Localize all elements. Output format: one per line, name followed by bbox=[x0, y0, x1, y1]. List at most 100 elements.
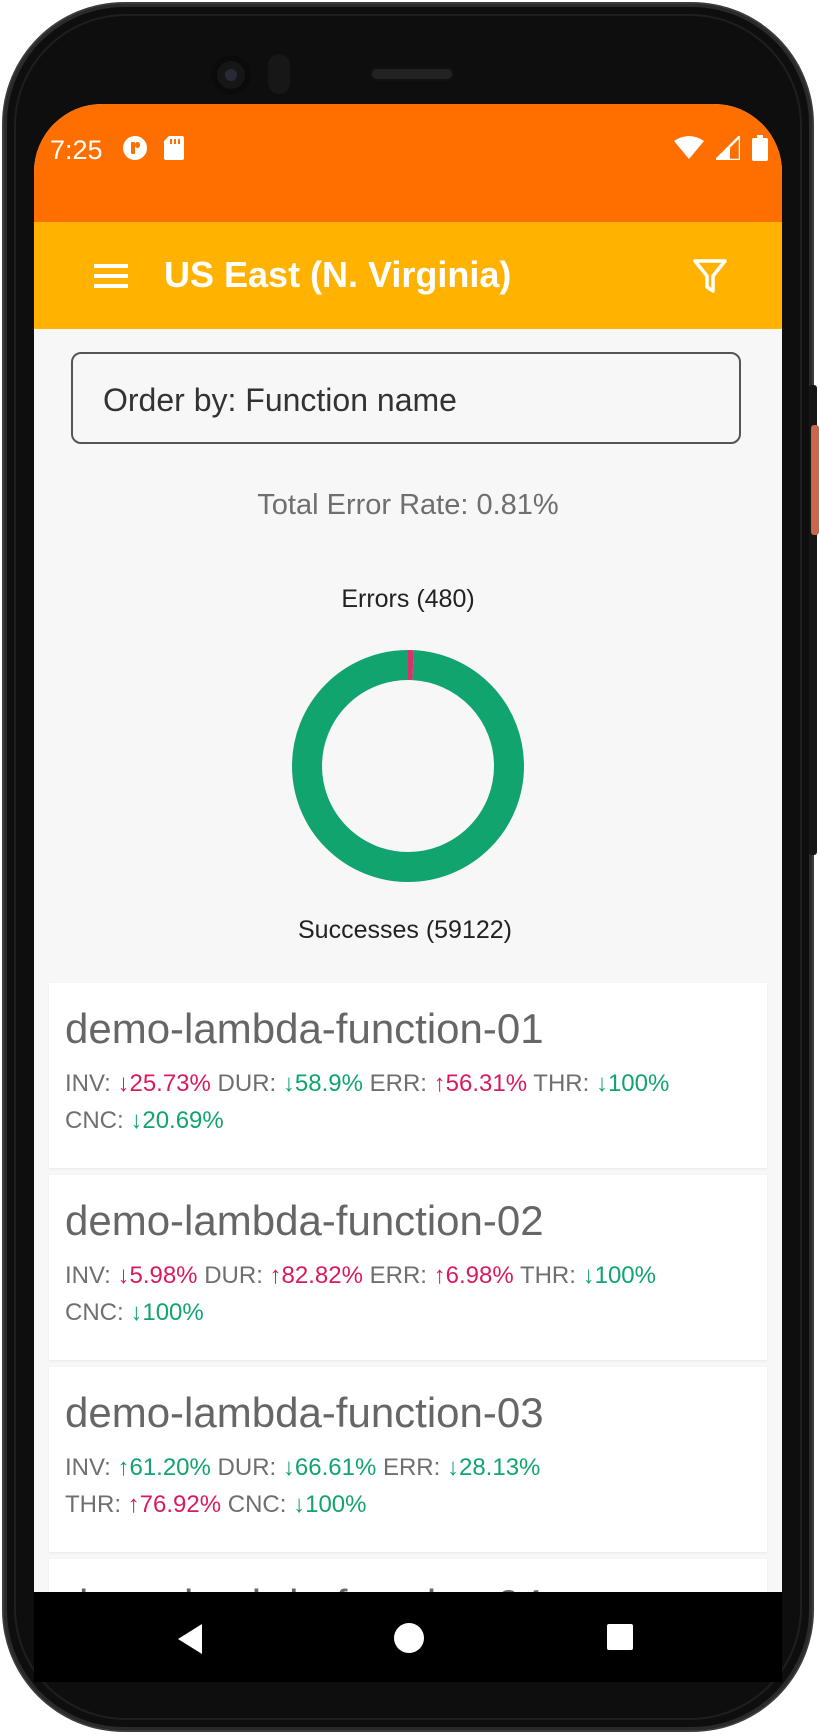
menu-button[interactable] bbox=[92, 256, 132, 296]
metric-label: ERR: bbox=[369, 1070, 427, 1097]
errors-label: Errors (480) bbox=[341, 585, 475, 613]
function-card[interactable]: demo-lambda-function-03 INV: ↑61.20% DUR… bbox=[49, 1367, 767, 1552]
filter-button[interactable] bbox=[690, 256, 730, 296]
status-time: 7:25 bbox=[50, 135, 103, 165]
function-name: demo-lambda-function-02 bbox=[65, 1197, 544, 1244]
system-status-icons bbox=[674, 135, 768, 161]
order-by-label: Order by: Function name bbox=[103, 382, 457, 418]
metric-percent: 20.69% bbox=[142, 1107, 224, 1134]
metric-value: ↑56.31% bbox=[434, 1070, 527, 1097]
notification-icons bbox=[122, 135, 184, 161]
metric-label: THR: bbox=[65, 1491, 121, 1518]
function-card[interactable]: demo-lambda-function-02 INV: ↓5.98% DUR:… bbox=[49, 1175, 767, 1360]
trend-arrow: ↑ bbox=[433, 1070, 446, 1097]
back-icon[interactable] bbox=[174, 1622, 208, 1656]
metric-percent: 25.73% bbox=[129, 1070, 211, 1097]
status-bar: 7:25 bbox=[34, 104, 782, 222]
metric-label: THR: bbox=[533, 1070, 590, 1097]
metric-percent: 76.92% bbox=[139, 1491, 222, 1518]
trend-arrow: ↓ bbox=[595, 1070, 608, 1097]
metric-label: INV: bbox=[65, 1070, 111, 1097]
function-metrics: INV: ↓25.73% DUR: ↓58.9% ERR: ↑56.31% TH… bbox=[65, 1065, 745, 1139]
function-card[interactable]: demo-lambda-function-01 INV: ↓25.73% DUR… bbox=[49, 983, 767, 1168]
trend-arrow: ↓ bbox=[282, 1070, 295, 1097]
metric-value: ↑76.92% bbox=[128, 1491, 221, 1518]
metric-percent: 100% bbox=[142, 1299, 204, 1326]
home-icon[interactable] bbox=[394, 1623, 424, 1653]
metric-value: ↓66.61% bbox=[283, 1454, 376, 1481]
metric-percent: 100% bbox=[305, 1491, 367, 1518]
metric-percent: 28.13% bbox=[458, 1454, 541, 1481]
metric-value: ↓58.9% bbox=[283, 1070, 363, 1097]
metric-value: ↑82.82% bbox=[270, 1262, 363, 1289]
metric-label: CNC: bbox=[65, 1107, 124, 1134]
page-title: US East (N. Virginia) bbox=[164, 254, 512, 295]
signal-icon bbox=[716, 136, 740, 160]
trend-arrow: ↑ bbox=[269, 1262, 282, 1289]
proximity-sensor bbox=[268, 54, 290, 94]
power-button bbox=[811, 425, 819, 535]
metric-label: DUR: bbox=[204, 1262, 263, 1289]
system-navigation-bar bbox=[34, 1592, 782, 1682]
metric-label: ERR: bbox=[369, 1262, 427, 1289]
metric-percent: 82.82% bbox=[281, 1262, 363, 1289]
data-saver-icon bbox=[123, 136, 147, 160]
hamburger-icon bbox=[94, 264, 128, 288]
metric-value: ↓100% bbox=[596, 1070, 669, 1097]
metric-percent: 66.61% bbox=[294, 1454, 377, 1481]
battery-icon bbox=[752, 135, 768, 161]
filter-icon bbox=[693, 259, 727, 293]
metric-value: ↓28.13% bbox=[447, 1454, 540, 1481]
metric-percent: 100% bbox=[594, 1262, 656, 1289]
trend-arrow: ↑ bbox=[127, 1491, 140, 1518]
metric-label: INV: bbox=[65, 1262, 111, 1289]
donut-slice-successes bbox=[292, 650, 524, 882]
metric-label: CNC: bbox=[227, 1491, 287, 1518]
earpiece-speaker bbox=[370, 67, 454, 81]
metric-label: ERR: bbox=[382, 1454, 441, 1481]
trend-arrow: ↓ bbox=[117, 1262, 130, 1289]
metric-percent: 61.20% bbox=[129, 1454, 211, 1481]
successes-label: Successes (59122) bbox=[297, 916, 512, 944]
trend-arrow: ↑ bbox=[117, 1454, 130, 1481]
metric-percent: 58.9% bbox=[294, 1070, 363, 1097]
metric-label: DUR: bbox=[217, 1070, 277, 1097]
total-error-rate: Total Error Rate: 0.81% bbox=[257, 489, 559, 521]
trend-arrow: ↓ bbox=[446, 1454, 459, 1481]
function-name: demo-lambda-function-01 bbox=[65, 1005, 544, 1052]
trend-arrow: ↓ bbox=[117, 1070, 130, 1097]
screen: 7:25 US East (N. Virginia) Order by: Fun… bbox=[34, 104, 782, 1682]
errors-successes-donut-chart bbox=[292, 650, 524, 882]
metric-label: INV: bbox=[65, 1454, 111, 1481]
metric-percent: 100% bbox=[607, 1070, 670, 1097]
recent-apps-icon[interactable] bbox=[607, 1624, 633, 1650]
function-name: demo-lambda-function-03 bbox=[65, 1389, 544, 1436]
trend-arrow: ↓ bbox=[282, 1454, 295, 1481]
sd-card-icon bbox=[164, 136, 184, 160]
function-metrics: INV: ↑61.20% DUR: ↓66.61% ERR: ↓28.13% T… bbox=[65, 1449, 745, 1523]
metric-label: DUR: bbox=[217, 1454, 277, 1481]
metric-value: ↓100% bbox=[293, 1491, 366, 1518]
order-by-select[interactable]: Order by: Function name bbox=[71, 352, 741, 444]
metric-label: THR: bbox=[519, 1262, 576, 1289]
metric-value: ↓20.69% bbox=[130, 1107, 223, 1134]
metric-value: ↓25.73% bbox=[117, 1070, 210, 1097]
metric-value: ↓100% bbox=[130, 1299, 203, 1326]
app-bar: US East (N. Virginia) bbox=[34, 222, 782, 329]
trend-arrow: ↓ bbox=[130, 1107, 143, 1134]
metric-percent: 6.98% bbox=[445, 1262, 514, 1289]
metric-label: CNC: bbox=[65, 1299, 124, 1326]
trend-arrow: ↓ bbox=[293, 1491, 306, 1518]
front-camera bbox=[211, 55, 251, 95]
metric-percent: 56.31% bbox=[445, 1070, 528, 1097]
trend-arrow: ↓ bbox=[582, 1262, 595, 1289]
metric-value: ↓5.98% bbox=[117, 1262, 197, 1289]
metric-value: ↑61.20% bbox=[117, 1454, 210, 1481]
metric-value: ↓100% bbox=[583, 1262, 656, 1289]
trend-arrow: ↓ bbox=[130, 1299, 143, 1326]
metric-value: ↑6.98% bbox=[434, 1262, 514, 1289]
trend-arrow: ↑ bbox=[433, 1262, 446, 1289]
metric-percent: 5.98% bbox=[129, 1262, 198, 1289]
function-metrics: INV: ↓5.98% DUR: ↑82.82% ERR: ↑6.98% THR… bbox=[65, 1257, 745, 1331]
wifi-icon bbox=[674, 136, 704, 159]
